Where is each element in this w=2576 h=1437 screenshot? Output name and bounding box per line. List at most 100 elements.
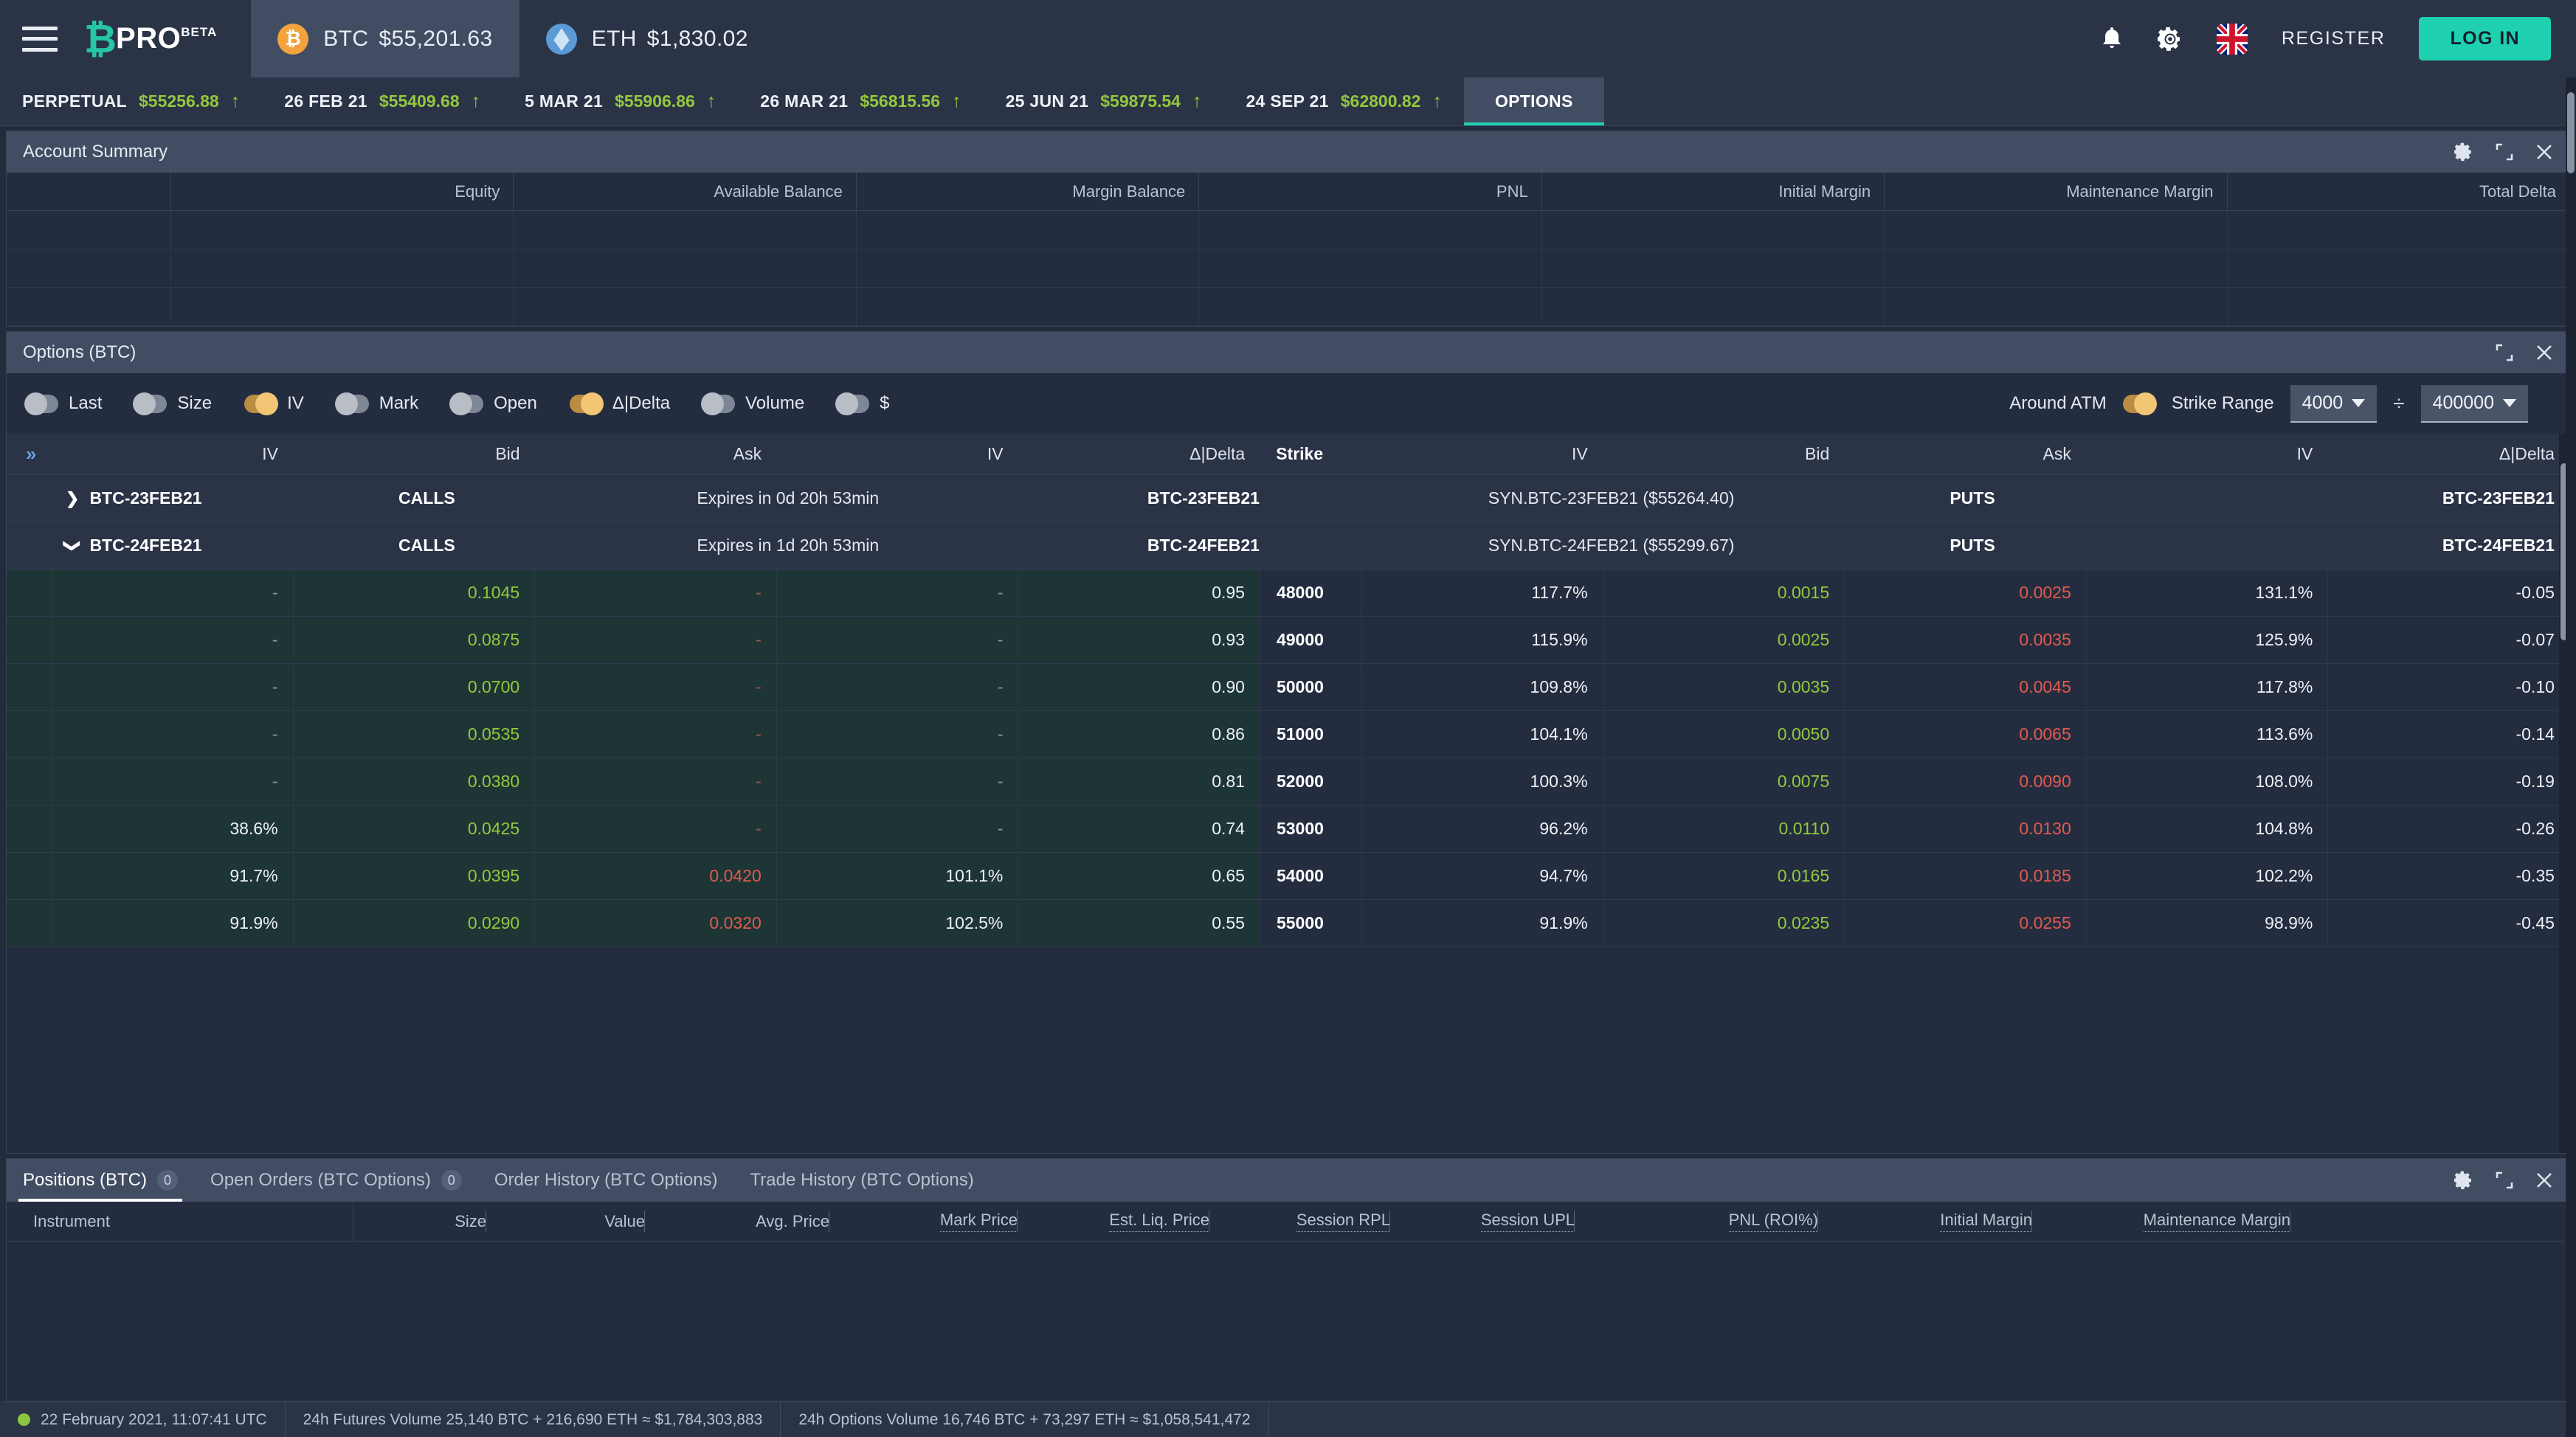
strike-cell[interactable]: 50000: [1259, 664, 1361, 710]
col-put-delta[interactable]: Δ|Delta: [2327, 434, 2569, 474]
call-iv1-cell[interactable]: -: [51, 569, 293, 616]
page-vertical-scrollbar[interactable]: [2566, 77, 2576, 1437]
put-iv2-cell[interactable]: 117.8%: [2085, 664, 2328, 710]
put-bid-cell[interactable]: 0.0075: [1602, 758, 1845, 805]
gear-icon[interactable]: [2454, 142, 2473, 162]
options-chain-row[interactable]: -0.0875- -0.93 49000 115.9% 0.0025 0.0035 125.…: [7, 617, 2569, 664]
call-delta-cell[interactable]: 0.86: [1018, 711, 1260, 758]
call-bid-cell[interactable]: 0.0425: [292, 806, 535, 852]
put-iv2-cell[interactable]: 108.0%: [2085, 758, 2328, 805]
call-ask-cell[interactable]: 0.0320: [534, 900, 776, 946]
col-value[interactable]: Value: [486, 1202, 645, 1241]
toggle-switch[interactable]: [334, 392, 369, 415]
row-expander[interactable]: [7, 664, 51, 710]
toggle-iv[interactable]: IV: [244, 392, 304, 415]
strike-cell[interactable]: 52000: [1259, 758, 1361, 805]
put-delta-cell[interactable]: -0.35: [2327, 853, 2569, 899]
call-bid-cell[interactable]: 0.0875: [292, 617, 535, 663]
strike-cell[interactable]: 54000: [1259, 853, 1361, 899]
col-session-upl[interactable]: Session UPL: [1390, 1202, 1575, 1241]
col-maintenance-margin[interactable]: Maintenance Margin: [2032, 1202, 2290, 1241]
strike-cell[interactable]: 53000: [1259, 806, 1361, 852]
ticker-eth[interactable]: ETH $1,830.02: [519, 0, 775, 77]
toggle-switch[interactable]: [244, 392, 279, 415]
put-iv1-cell[interactable]: 94.7%: [1360, 853, 1603, 899]
call-delta-cell[interactable]: 0.65: [1018, 853, 1260, 899]
toggle-volume[interactable]: Volume: [701, 392, 804, 415]
strike-range-max-select[interactable]: 400000: [2420, 384, 2528, 423]
call-iv2-cell[interactable]: -: [776, 806, 1018, 852]
bell-icon[interactable]: [2100, 26, 2124, 52]
instrument-tab-24sep21[interactable]: 24 SEP 21 $62800.82 ↑: [1223, 77, 1464, 125]
put-iv1-cell[interactable]: 104.1%: [1360, 711, 1603, 758]
col-strike[interactable]: Strike: [1260, 434, 1361, 474]
row-expander[interactable]: [7, 758, 51, 805]
call-ask-cell[interactable]: -: [534, 617, 776, 663]
put-bid-cell[interactable]: 0.0050: [1602, 711, 1845, 758]
tab-positions[interactable]: Positions (BTC) 0: [7, 1159, 194, 1202]
put-iv1-cell[interactable]: 96.2%: [1360, 806, 1603, 852]
put-ask-cell[interactable]: 0.0065: [1844, 711, 2086, 758]
toggle-size[interactable]: Size: [133, 392, 212, 415]
put-ask-cell[interactable]: 0.0130: [1844, 806, 2086, 852]
row-expander[interactable]: [7, 711, 51, 758]
put-bid-cell[interactable]: 0.0110: [1602, 806, 1845, 852]
put-iv1-cell[interactable]: 109.8%: [1360, 664, 1603, 710]
put-delta-cell[interactable]: -0.45: [2327, 900, 2569, 946]
toggle-mark[interactable]: Mark: [334, 392, 418, 415]
instrument-tab-perpetual[interactable]: PERPETUAL $55256.88 ↑: [0, 77, 262, 125]
col-mark-price[interactable]: Mark Price: [829, 1202, 1018, 1241]
put-iv1-cell[interactable]: 117.7%: [1360, 569, 1603, 616]
put-iv2-cell[interactable]: 113.6%: [2085, 711, 2328, 758]
instrument-tab-5mar21[interactable]: 5 MAR 21 $55906.86 ↑: [503, 77, 738, 125]
put-iv2-cell[interactable]: 131.1%: [2085, 569, 2328, 616]
gear-icon[interactable]: [2454, 1171, 2473, 1190]
close-icon[interactable]: [2535, 344, 2553, 361]
put-iv1-cell[interactable]: 91.9%: [1360, 900, 1603, 946]
put-ask-cell[interactable]: 0.0025: [1844, 569, 2086, 616]
options-chain-row[interactable]: -0.1045- -0.95 48000 117.7% 0.0015 0.0025 131.…: [7, 569, 2569, 617]
call-bid-cell[interactable]: 0.0700: [292, 664, 535, 710]
toggle-switch[interactable]: [24, 392, 58, 415]
instrument-tab-26mar21[interactable]: 26 MAR 21 $56815.56 ↑: [738, 77, 983, 125]
app-logo[interactable]: ₿ PRO BETA: [84, 19, 217, 59]
call-iv2-cell[interactable]: -: [776, 569, 1018, 616]
col-call-delta[interactable]: Δ|Delta: [1018, 434, 1260, 474]
col-call-iv2[interactable]: IV: [776, 434, 1018, 474]
call-iv2-cell[interactable]: -: [776, 758, 1018, 805]
uk-flag-icon[interactable]: [2216, 23, 2248, 55]
call-iv1-cell[interactable]: 91.7%: [51, 853, 293, 899]
tab-trade-history[interactable]: Trade History (BTC Options): [734, 1159, 990, 1202]
call-delta-cell[interactable]: 0.74: [1018, 806, 1260, 852]
toggle-dollar[interactable]: $: [835, 392, 890, 415]
col-put-ask[interactable]: Ask: [1844, 434, 2086, 474]
call-iv1-cell[interactable]: 91.9%: [51, 900, 293, 946]
toggle-switch[interactable]: [835, 392, 870, 415]
strike-cell[interactable]: 51000: [1259, 711, 1361, 758]
put-ask-cell[interactable]: 0.0255: [1844, 900, 2086, 946]
strike-cell[interactable]: 48000: [1259, 569, 1361, 616]
options-chain-row[interactable]: -0.0700- -0.90 50000 109.8% 0.0035 0.0045 117.…: [7, 664, 2569, 711]
put-bid-cell[interactable]: 0.0035: [1602, 664, 1845, 710]
maximize-icon[interactable]: [2496, 1171, 2513, 1189]
options-chain-row[interactable]: 38.6% 0.0425- -0.74 53000 96.2% 0.0110 0.0130 1…: [7, 806, 2569, 853]
login-button[interactable]: LOG IN: [2419, 17, 2551, 60]
options-chain-row[interactable]: 91.7% 0.0395 0.0420 101.1% 0.65 54000 94.7% 0.0…: [7, 853, 2569, 900]
call-iv2-cell[interactable]: 101.1%: [776, 853, 1018, 899]
expiry-group-header-btc-23feb21[interactable]: ❯ BTC-23FEB21 CALLS Expires in 0d 20h 53…: [7, 475, 2569, 522]
strike-cell[interactable]: 55000: [1259, 900, 1361, 946]
options-chain-row[interactable]: -0.0380- -0.81 52000 100.3% 0.0075 0.0090 108.…: [7, 758, 2569, 806]
call-iv1-cell[interactable]: -: [51, 617, 293, 663]
register-button[interactable]: REGISTER: [2282, 28, 2386, 49]
put-delta-cell[interactable]: -0.10: [2327, 664, 2569, 710]
put-bid-cell[interactable]: 0.0025: [1602, 617, 1845, 663]
call-iv1-cell[interactable]: 38.6%: [51, 806, 293, 852]
toggle-delta[interactable]: Δ|Delta: [569, 392, 670, 415]
put-delta-cell[interactable]: -0.26: [2327, 806, 2569, 852]
col-call-bid[interactable]: Bid: [293, 434, 535, 474]
put-iv2-cell[interactable]: 102.2%: [2085, 853, 2328, 899]
row-expander[interactable]: [7, 569, 51, 616]
tab-open-orders[interactable]: Open Orders (BTC Options) 0: [194, 1159, 478, 1202]
put-iv1-cell[interactable]: 115.9%: [1360, 617, 1603, 663]
call-bid-cell[interactable]: 0.0395: [292, 853, 535, 899]
